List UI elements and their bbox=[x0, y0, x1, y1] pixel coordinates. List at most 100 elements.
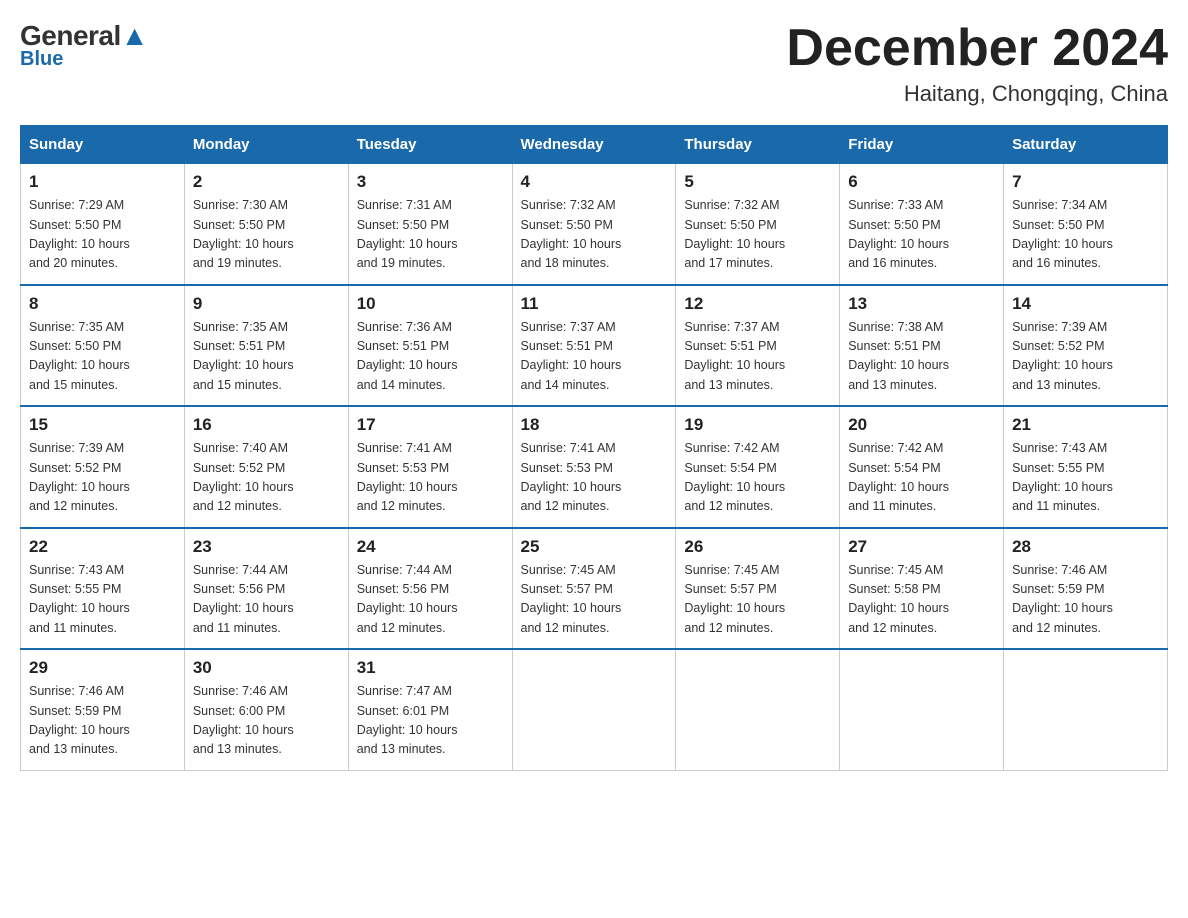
calendar-cell: 28 Sunrise: 7:46 AMSunset: 5:59 PMDayligh… bbox=[1004, 528, 1168, 650]
day-info: Sunrise: 7:35 AMSunset: 5:50 PMDaylight:… bbox=[29, 318, 176, 396]
day-number: 16 bbox=[193, 415, 340, 435]
calendar-cell: 11 Sunrise: 7:37 AMSunset: 5:51 PMDayligh… bbox=[512, 285, 676, 407]
day-info: Sunrise: 7:32 AMSunset: 5:50 PMDaylight:… bbox=[684, 196, 831, 274]
calendar-cell: 14Sunrise: 7:39 AMSunset: 5:52 PMDayligh… bbox=[1004, 285, 1168, 407]
day-number: 8 bbox=[29, 294, 176, 314]
calendar-cell: 15 Sunrise: 7:39 AMSunset: 5:52 PMDayligh… bbox=[21, 406, 185, 528]
calendar-header-friday: Friday bbox=[840, 126, 1004, 164]
day-number: 4 bbox=[521, 172, 668, 192]
calendar-cell: 27 Sunrise: 7:45 AMSunset: 5:58 PMDayligh… bbox=[840, 528, 1004, 650]
day-number: 12 bbox=[684, 294, 831, 314]
day-info: Sunrise: 7:37 AMSunset: 5:51 PMDaylight:… bbox=[521, 318, 668, 396]
calendar-cell: 12 Sunrise: 7:37 AMSunset: 5:51 PMDayligh… bbox=[676, 285, 840, 407]
calendar-week-row: 29Sunrise: 7:46 AMSunset: 5:59 PMDayligh… bbox=[21, 649, 1168, 770]
day-number: 6 bbox=[848, 172, 995, 192]
calendar-cell: 8 Sunrise: 7:35 AMSunset: 5:50 PMDaylight… bbox=[21, 285, 185, 407]
page-header: General▲ Blue December 2024 Haitang, Cho… bbox=[20, 20, 1168, 107]
day-info: Sunrise: 7:41 AMSunset: 5:53 PMDaylight:… bbox=[521, 439, 668, 517]
calendar-week-row: 8 Sunrise: 7:35 AMSunset: 5:50 PMDaylight… bbox=[21, 285, 1168, 407]
day-info: Sunrise: 7:36 AMSunset: 5:51 PMDaylight:… bbox=[357, 318, 504, 396]
day-number: 27 bbox=[848, 537, 995, 557]
day-number: 24 bbox=[357, 537, 504, 557]
day-number: 26 bbox=[684, 537, 831, 557]
day-number: 9 bbox=[193, 294, 340, 314]
calendar-cell: 5 Sunrise: 7:32 AMSunset: 5:50 PMDaylight… bbox=[676, 164, 840, 285]
calendar-header-wednesday: Wednesday bbox=[512, 126, 676, 164]
day-info: Sunrise: 7:46 AMSunset: 6:00 PMDaylight:… bbox=[193, 682, 340, 760]
day-info: Sunrise: 7:39 AMSunset: 5:52 PMDaylight:… bbox=[29, 439, 176, 517]
day-number: 29 bbox=[29, 658, 176, 678]
calendar-cell: 1 Sunrise: 7:29 AMSunset: 5:50 PMDaylight… bbox=[21, 164, 185, 285]
day-info: Sunrise: 7:45 AMSunset: 5:57 PMDaylight:… bbox=[521, 561, 668, 639]
calendar-cell: 16Sunrise: 7:40 AMSunset: 5:52 PMDayligh… bbox=[184, 406, 348, 528]
day-number: 22 bbox=[29, 537, 176, 557]
day-info: Sunrise: 7:42 AMSunset: 5:54 PMDaylight:… bbox=[848, 439, 995, 517]
day-info: Sunrise: 7:32 AMSunset: 5:50 PMDaylight:… bbox=[521, 196, 668, 274]
logo: General▲ Blue bbox=[20, 20, 148, 71]
day-info: Sunrise: 7:38 AMSunset: 5:51 PMDaylight:… bbox=[848, 318, 995, 396]
logo-blue: Blue bbox=[20, 48, 63, 71]
day-number: 2 bbox=[193, 172, 340, 192]
day-info: Sunrise: 7:45 AMSunset: 5:57 PMDaylight:… bbox=[684, 561, 831, 639]
page-subtitle: Haitang, Chongqing, China bbox=[786, 81, 1168, 107]
calendar-header-thursday: Thursday bbox=[676, 126, 840, 164]
calendar-week-row: 1 Sunrise: 7:29 AMSunset: 5:50 PMDaylight… bbox=[21, 164, 1168, 285]
day-number: 11 bbox=[521, 294, 668, 314]
day-info: Sunrise: 7:45 AMSunset: 5:58 PMDaylight:… bbox=[848, 561, 995, 639]
calendar-cell: 31Sunrise: 7:47 AMSunset: 6:01 PMDayligh… bbox=[348, 649, 512, 770]
day-number: 5 bbox=[684, 172, 831, 192]
day-number: 25 bbox=[521, 537, 668, 557]
calendar-cell: 2 Sunrise: 7:30 AMSunset: 5:50 PMDaylight… bbox=[184, 164, 348, 285]
calendar-cell bbox=[1004, 649, 1168, 770]
day-number: 30 bbox=[193, 658, 340, 678]
day-number: 1 bbox=[29, 172, 176, 192]
calendar-cell bbox=[840, 649, 1004, 770]
day-info: Sunrise: 7:44 AMSunset: 5:56 PMDaylight:… bbox=[357, 561, 504, 639]
calendar-cell bbox=[676, 649, 840, 770]
calendar-table: SundayMondayTuesdayWednesdayThursdayFrid… bbox=[20, 125, 1168, 771]
calendar-cell: 24 Sunrise: 7:44 AMSunset: 5:56 PMDayligh… bbox=[348, 528, 512, 650]
day-number: 17 bbox=[357, 415, 504, 435]
day-number: 21 bbox=[1012, 415, 1159, 435]
day-info: Sunrise: 7:42 AMSunset: 5:54 PMDaylight:… bbox=[684, 439, 831, 517]
calendar-cell: 26 Sunrise: 7:45 AMSunset: 5:57 PMDayligh… bbox=[676, 528, 840, 650]
day-number: 18 bbox=[521, 415, 668, 435]
calendar-cell: 9 Sunrise: 7:35 AMSunset: 5:51 PMDaylight… bbox=[184, 285, 348, 407]
day-info: Sunrise: 7:34 AMSunset: 5:50 PMDaylight:… bbox=[1012, 196, 1159, 274]
day-info: Sunrise: 7:35 AMSunset: 5:51 PMDaylight:… bbox=[193, 318, 340, 396]
calendar-cell: 30 Sunrise: 7:46 AMSunset: 6:00 PMDayligh… bbox=[184, 649, 348, 770]
day-number: 13 bbox=[848, 294, 995, 314]
calendar-header-row: SundayMondayTuesdayWednesdayThursdayFrid… bbox=[21, 126, 1168, 164]
day-number: 31 bbox=[357, 658, 504, 678]
calendar-cell: 29Sunrise: 7:46 AMSunset: 5:59 PMDayligh… bbox=[21, 649, 185, 770]
calendar-cell: 7Sunrise: 7:34 AMSunset: 5:50 PMDaylight… bbox=[1004, 164, 1168, 285]
calendar-header-monday: Monday bbox=[184, 126, 348, 164]
day-info: Sunrise: 7:44 AMSunset: 5:56 PMDaylight:… bbox=[193, 561, 340, 639]
day-number: 15 bbox=[29, 415, 176, 435]
day-number: 19 bbox=[684, 415, 831, 435]
calendar-cell: 25 Sunrise: 7:45 AMSunset: 5:57 PMDayligh… bbox=[512, 528, 676, 650]
day-info: Sunrise: 7:39 AMSunset: 5:52 PMDaylight:… bbox=[1012, 318, 1159, 396]
day-number: 28 bbox=[1012, 537, 1159, 557]
calendar-cell: 4 Sunrise: 7:32 AMSunset: 5:50 PMDaylight… bbox=[512, 164, 676, 285]
calendar-cell: 22Sunrise: 7:43 AMSunset: 5:55 PMDayligh… bbox=[21, 528, 185, 650]
day-info: Sunrise: 7:33 AMSunset: 5:50 PMDaylight:… bbox=[848, 196, 995, 274]
calendar-header-sunday: Sunday bbox=[21, 126, 185, 164]
calendar-cell: 6 Sunrise: 7:33 AMSunset: 5:50 PMDaylight… bbox=[840, 164, 1004, 285]
calendar-header-saturday: Saturday bbox=[1004, 126, 1168, 164]
day-number: 20 bbox=[848, 415, 995, 435]
day-info: Sunrise: 7:41 AMSunset: 5:53 PMDaylight:… bbox=[357, 439, 504, 517]
day-info: Sunrise: 7:37 AMSunset: 5:51 PMDaylight:… bbox=[684, 318, 831, 396]
day-info: Sunrise: 7:43 AMSunset: 5:55 PMDaylight:… bbox=[1012, 439, 1159, 517]
calendar-cell: 20 Sunrise: 7:42 AMSunset: 5:54 PMDayligh… bbox=[840, 406, 1004, 528]
calendar-cell: 13 Sunrise: 7:38 AMSunset: 5:51 PMDayligh… bbox=[840, 285, 1004, 407]
calendar-cell: 18 Sunrise: 7:41 AMSunset: 5:53 PMDayligh… bbox=[512, 406, 676, 528]
calendar-cell: 3Sunrise: 7:31 AMSunset: 5:50 PMDaylight… bbox=[348, 164, 512, 285]
day-info: Sunrise: 7:29 AMSunset: 5:50 PMDaylight:… bbox=[29, 196, 176, 274]
calendar-cell: 10Sunrise: 7:36 AMSunset: 5:51 PMDayligh… bbox=[348, 285, 512, 407]
calendar-cell: 19 Sunrise: 7:42 AMSunset: 5:54 PMDayligh… bbox=[676, 406, 840, 528]
day-info: Sunrise: 7:30 AMSunset: 5:50 PMDaylight:… bbox=[193, 196, 340, 274]
day-number: 23 bbox=[193, 537, 340, 557]
calendar-week-row: 15 Sunrise: 7:39 AMSunset: 5:52 PMDayligh… bbox=[21, 406, 1168, 528]
day-info: Sunrise: 7:46 AMSunset: 5:59 PMDaylight:… bbox=[1012, 561, 1159, 639]
